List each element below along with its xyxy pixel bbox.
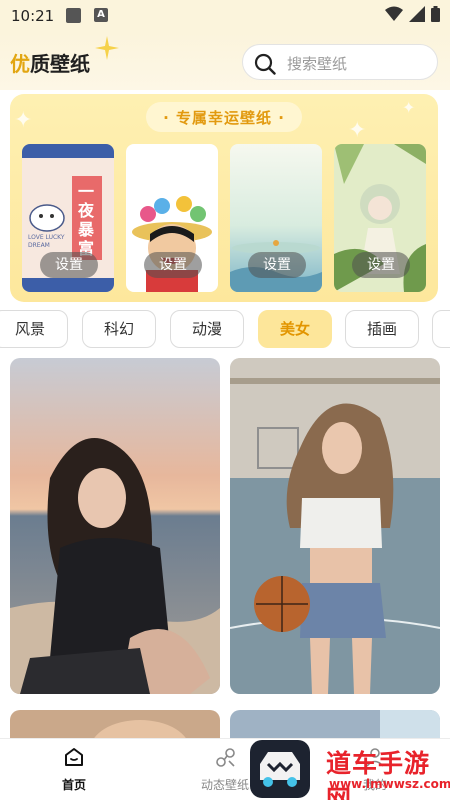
category-tabs: 风景 科幻 动漫 美女 插画 — [0, 310, 450, 350]
set-wallpaper-button[interactable]: 设置 — [144, 252, 202, 278]
app-title: 优质壁纸 — [10, 48, 90, 77]
wallpaper-small-text: LOVE LUCKY DREAM — [28, 234, 65, 249]
tab-scenery[interactable]: 风景 — [0, 310, 68, 348]
watermark-url: www.lmwwsz.com — [329, 777, 450, 791]
wallpaper-card-1[interactable]: 一夜暴富 LOVE LUCKY DREAM 设置 — [22, 144, 114, 292]
status-icons — [385, 6, 440, 22]
star-decoration-icon: ✦ — [14, 108, 33, 133]
notification-square-icon — [66, 8, 81, 23]
search-placeholder: 搜索壁纸 — [287, 55, 348, 73]
wallpaper-photo-2[interactable] — [230, 358, 440, 694]
status-time: 10:21 — [11, 7, 55, 25]
battery-icon — [431, 6, 440, 22]
set-wallpaper-button[interactable]: 设置 — [352, 252, 410, 278]
wallpaper-card-4[interactable]: 设置 — [334, 144, 426, 292]
watermark-text: 道车手游网 — [326, 749, 431, 800]
set-wallpaper-button[interactable]: 设置 — [40, 252, 98, 278]
status-bar: 10:21 A — [0, 0, 450, 32]
wifi-icon — [385, 6, 403, 21]
notification-a-icon: A — [94, 8, 108, 22]
sparkle-icon — [95, 36, 119, 60]
signal-icon — [409, 6, 425, 22]
lucky-wallpaper-banner: ✦ ✦ ✦ · 专属幸运壁纸 · 一夜暴富 LOVE LUCKY DREAM 设… — [10, 94, 438, 302]
tab-illustration[interactable]: 插画 — [345, 310, 419, 348]
tab-beauty[interactable]: 美女 — [258, 310, 332, 348]
nav-home[interactable]: 首页 — [24, 739, 124, 800]
photo-basketball-woman — [230, 358, 440, 694]
tab-scifi[interactable]: 科幻 — [82, 310, 156, 348]
watermark-logo — [250, 740, 310, 798]
dynamic-wallpaper-icon — [216, 748, 235, 767]
tab-more-partial[interactable] — [432, 310, 450, 348]
wallpaper-card-text: 一夜暴富 — [78, 182, 95, 258]
home-icon — [65, 748, 83, 766]
app-title-first-char: 优 — [10, 52, 30, 76]
star-decoration-icon: ✦ — [348, 118, 367, 143]
photo-beach-woman — [10, 358, 220, 694]
search-input[interactable]: 搜索壁纸 — [242, 44, 438, 80]
wallpaper-card-3[interactable]: 设置 — [230, 144, 322, 292]
header: 优质壁纸 搜索壁纸 — [0, 32, 450, 90]
wallpaper-photo-1[interactable] — [10, 358, 220, 694]
search-icon — [254, 53, 276, 75]
car-logo-icon — [260, 752, 300, 787]
star-decoration-icon: ✦ — [402, 98, 416, 117]
wallpaper-card-2[interactable]: 设置 — [126, 144, 218, 292]
lucky-title: · 专属幸运壁纸 · — [163, 109, 285, 127]
watermark: 道车手游网 www.lmwwsz.com — [250, 740, 450, 800]
app-title-rest: 质壁纸 — [30, 52, 90, 76]
set-wallpaper-button[interactable]: 设置 — [248, 252, 306, 278]
tab-anime[interactable]: 动漫 — [170, 310, 244, 348]
nav-home-label: 首页 — [61, 778, 86, 792]
lucky-title-pill: · 专属幸运壁纸 · — [146, 102, 302, 132]
